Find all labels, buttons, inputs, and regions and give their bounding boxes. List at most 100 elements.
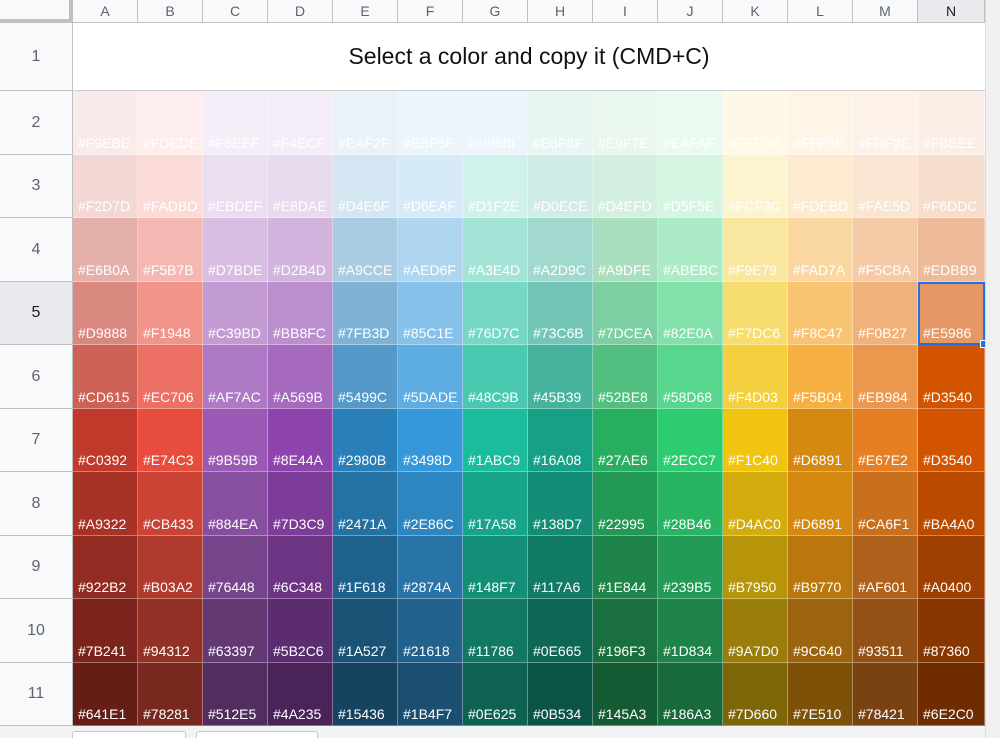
column-header-k[interactable]: K bbox=[723, 0, 788, 23]
color-cell[interactable]: #D2B4D bbox=[268, 218, 333, 282]
column-header-c[interactable]: C bbox=[203, 0, 268, 23]
color-cell[interactable]: #93511 bbox=[853, 599, 918, 663]
color-cell[interactable]: #9B59B bbox=[203, 409, 268, 472]
color-cell[interactable]: #117A6 bbox=[528, 536, 593, 599]
color-cell[interactable]: #82E0A bbox=[658, 282, 723, 345]
color-cell[interactable]: #2ECC7 bbox=[658, 409, 723, 472]
color-cell[interactable]: #A9DFE bbox=[593, 218, 658, 282]
column-header-j[interactable]: J bbox=[658, 0, 723, 23]
color-cell[interactable]: #138D7 bbox=[528, 472, 593, 536]
color-cell[interactable]: #EBF5F bbox=[398, 91, 463, 155]
color-cell[interactable]: #28B46 bbox=[658, 472, 723, 536]
color-cell[interactable]: #AF601 bbox=[853, 536, 918, 599]
color-cell[interactable]: #0B534 bbox=[528, 663, 593, 726]
color-cell[interactable]: #78421 bbox=[853, 663, 918, 726]
color-cell[interactable]: #D4AC0 bbox=[723, 472, 788, 536]
row-header-6[interactable]: 6 bbox=[0, 345, 73, 409]
row-header-7[interactable]: 7 bbox=[0, 409, 73, 472]
color-cell[interactable]: #73C6B bbox=[528, 282, 593, 345]
color-cell[interactable]: #FDEDE bbox=[138, 91, 203, 155]
color-cell[interactable]: #FAE5D bbox=[853, 155, 918, 218]
color-cell[interactable]: #F5B7B bbox=[138, 218, 203, 282]
color-cell[interactable]: #1A527 bbox=[333, 599, 398, 663]
row-header-9[interactable]: 9 bbox=[0, 536, 73, 599]
color-cell[interactable]: #7B241 bbox=[73, 599, 138, 663]
color-cell[interactable]: #87360 bbox=[918, 599, 985, 663]
color-cell[interactable]: #C39BD bbox=[203, 282, 268, 345]
column-header-g[interactable]: G bbox=[463, 0, 528, 23]
color-cell[interactable]: #B03A2 bbox=[138, 536, 203, 599]
color-cell[interactable]: #F8C47 bbox=[788, 282, 853, 345]
color-cell[interactable]: #FEF9E bbox=[723, 91, 788, 155]
color-cell[interactable]: #48C9B bbox=[463, 345, 528, 409]
column-header-b[interactable]: B bbox=[138, 0, 203, 23]
color-cell[interactable]: #641E1 bbox=[73, 663, 138, 726]
color-cell[interactable]: #0E625 bbox=[463, 663, 528, 726]
color-cell[interactable]: #D6891 bbox=[788, 409, 853, 472]
color-cell[interactable]: #EC706 bbox=[138, 345, 203, 409]
row-header-3[interactable]: 3 bbox=[0, 155, 73, 218]
color-cell[interactable]: #1E844 bbox=[593, 536, 658, 599]
color-cell[interactable]: #AED6F bbox=[398, 218, 463, 282]
column-header-i[interactable]: I bbox=[593, 0, 658, 23]
color-cell[interactable]: #2874A bbox=[398, 536, 463, 599]
color-cell[interactable]: #94312 bbox=[138, 599, 203, 663]
color-cell[interactable]: #E67E2 bbox=[853, 409, 918, 472]
color-cell[interactable]: #2E86C bbox=[398, 472, 463, 536]
color-cell[interactable]: #D7BDE bbox=[203, 218, 268, 282]
color-cell[interactable]: #E8DAE bbox=[268, 155, 333, 218]
color-cell[interactable]: #E9F7E bbox=[593, 91, 658, 155]
color-cell[interactable]: #EAFAF bbox=[658, 91, 723, 155]
color-cell[interactable]: #F7DC6 bbox=[723, 282, 788, 345]
color-cell[interactable]: #7E510 bbox=[788, 663, 853, 726]
title-cell[interactable]: Select a color and copy it (CMD+C) bbox=[73, 23, 985, 91]
color-cell[interactable]: #22995 bbox=[593, 472, 658, 536]
color-cell[interactable]: #27AE6 bbox=[593, 409, 658, 472]
color-cell[interactable]: #FAD7A bbox=[788, 218, 853, 282]
color-cell[interactable]: #D3540 bbox=[918, 409, 985, 472]
color-cell[interactable]: #15436 bbox=[333, 663, 398, 726]
color-cell[interactable]: #FCF3C bbox=[723, 155, 788, 218]
row-header-4[interactable]: 4 bbox=[0, 218, 73, 282]
color-cell[interactable]: #EAF2F bbox=[333, 91, 398, 155]
color-cell[interactable]: #D1F2E bbox=[463, 155, 528, 218]
column-header-f[interactable]: F bbox=[398, 0, 463, 23]
sheet-tab[interactable] bbox=[196, 731, 318, 738]
color-cell[interactable]: #CD615 bbox=[73, 345, 138, 409]
color-cell[interactable]: #B7950 bbox=[723, 536, 788, 599]
color-cell[interactable]: #A569B bbox=[268, 345, 333, 409]
color-cell[interactable]: #78281 bbox=[138, 663, 203, 726]
color-cell[interactable]: #11786 bbox=[463, 599, 528, 663]
color-cell[interactable]: #D0ECE bbox=[528, 155, 593, 218]
color-cell[interactable]: #F5B04 bbox=[788, 345, 853, 409]
color-cell[interactable]: #ebf5fb bbox=[463, 91, 528, 155]
color-cell[interactable]: #6E2C0 bbox=[918, 663, 985, 726]
row-header-5[interactable]: 5 bbox=[0, 282, 73, 345]
color-cell[interactable]: #1D834 bbox=[658, 599, 723, 663]
column-header-a[interactable]: A bbox=[73, 0, 138, 23]
color-cell[interactable]: #CB433 bbox=[138, 472, 203, 536]
color-cell[interactable]: #AF7AC bbox=[203, 345, 268, 409]
color-cell[interactable]: #FADBD bbox=[138, 155, 203, 218]
color-cell[interactable]: #F1948 bbox=[138, 282, 203, 345]
color-cell[interactable]: #D6891 bbox=[788, 472, 853, 536]
color-cell[interactable]: #D9888 bbox=[73, 282, 138, 345]
color-cell[interactable]: #F9E79 bbox=[723, 218, 788, 282]
color-cell[interactable]: #F9EBE bbox=[73, 91, 138, 155]
color-cell[interactable]: #F4ECF bbox=[268, 91, 333, 155]
column-header-l[interactable]: L bbox=[788, 0, 853, 23]
color-cell[interactable]: #A9322 bbox=[73, 472, 138, 536]
color-cell[interactable]: #BB8FC bbox=[268, 282, 333, 345]
color-cell[interactable]: #52BE8 bbox=[593, 345, 658, 409]
color-cell[interactable]: #F1C40 bbox=[723, 409, 788, 472]
color-cell[interactable]: #D5F5E bbox=[658, 155, 723, 218]
color-cell[interactable]: #7D660 bbox=[723, 663, 788, 726]
color-cell[interactable]: #0E665 bbox=[528, 599, 593, 663]
color-cell[interactable]: #4A235 bbox=[268, 663, 333, 726]
color-cell[interactable]: #1B4F7 bbox=[398, 663, 463, 726]
column-header-e[interactable]: E bbox=[333, 0, 398, 23]
color-cell[interactable]: #196F3 bbox=[593, 599, 658, 663]
row-header-2[interactable]: 2 bbox=[0, 91, 73, 155]
color-cell[interactable]: #C0392 bbox=[73, 409, 138, 472]
select-all-corner[interactable] bbox=[0, 0, 73, 23]
